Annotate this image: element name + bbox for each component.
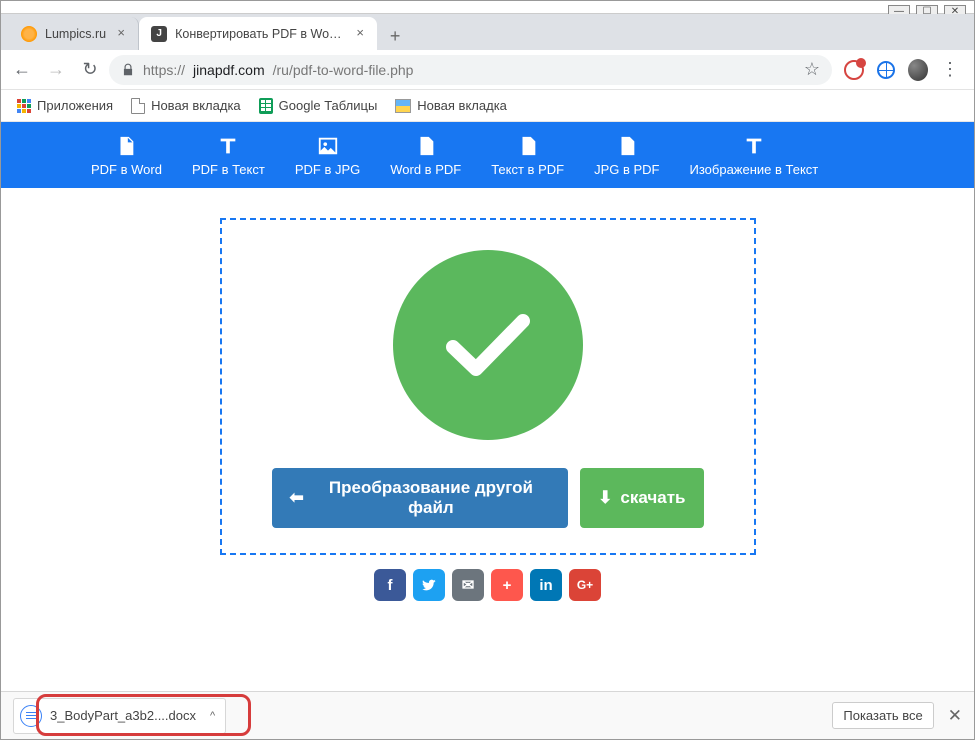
omnibox[interactable]: https:// jinapdf.com/ru/pdf-to-word-file.… [109,55,832,85]
tool-jpg-to-pdf[interactable]: JPG в PDF [594,134,659,177]
new-tab-button[interactable]: + [381,22,409,50]
tool-pdf-to-jpg[interactable]: PDF в JPG [295,134,360,177]
browser-menu-button[interactable]: ⋮ [940,60,960,80]
window-titlebar [1,1,974,14]
bookmark-label: Новая вкладка [417,98,507,113]
profile-avatar[interactable] [908,60,928,80]
bookmark-star-icon[interactable]: ☆ [804,59,820,80]
download-icon: ⬇ [598,488,612,508]
share-email[interactable]: ✉ [452,569,484,601]
forward-button[interactable]: → [41,55,71,85]
share-addthis[interactable]: + [491,569,523,601]
sheets-icon [259,98,273,114]
tab-strip: Lumpics.ru × J Конвертировать PDF в Word… [1,14,974,50]
doc-icon [615,134,639,158]
share-twitter[interactable] [413,569,445,601]
apps-button[interactable]: Приложения [17,98,113,113]
file-icon [20,705,42,727]
action-buttons: ⬅ Преобразование другой файл ⬇ скачать [272,468,704,528]
bookmarks-bar: Приложения Новая вкладка Google Таблицы … [1,90,974,122]
button-label: скачать [620,488,685,508]
download-button[interactable]: ⬇ скачать [580,468,703,528]
conversion-toolbar: PDF в Word PDF в Текст PDF в JPG Word в … [1,122,974,188]
show-all-downloads-button[interactable]: Показать все [832,702,933,729]
tab-lumpics[interactable]: Lumpics.ru × [9,17,139,50]
tab-close-icon[interactable]: × [353,27,367,41]
tool-image-to-text[interactable]: Изображение в Текст [690,134,819,177]
tool-label: JPG в PDF [594,162,659,177]
lock-icon [121,63,135,77]
doc-icon [414,134,438,158]
social-share-row: f ✉ + in G+ [374,569,601,601]
tool-label: PDF в Word [91,162,162,177]
apps-label: Приложения [37,98,113,113]
tool-label: Word в PDF [390,162,461,177]
share-facebook[interactable]: f [374,569,406,601]
tool-label: PDF в Текст [192,162,265,177]
doc-icon [114,134,138,158]
bookmark-label: Новая вкладка [151,98,241,113]
downloads-bar: 3_BodyPart_a3b2....docx ^ Показать все ✕ [1,691,974,739]
address-bar: ← → ↻ https:// jinapdf.com/ru/pdf-to-word… [1,50,974,90]
share-linkedin[interactable]: in [530,569,562,601]
tool-pdf-to-text[interactable]: PDF в Текст [192,134,265,177]
text-icon [742,134,766,158]
favicon-icon: J [151,26,167,42]
url-scheme: https:// [143,62,185,78]
tab-close-icon[interactable]: × [114,27,128,41]
image-icon [316,134,340,158]
chevron-up-icon[interactable]: ^ [210,710,215,722]
opera-ext-icon[interactable] [844,60,864,80]
bookmark-item[interactable]: Новая вкладка [395,98,507,113]
url-host: jinapdf.com [193,62,265,78]
main-content: ⬅ Преобразование другой файл ⬇ скачать f… [1,188,974,611]
reload-button[interactable]: ↻ [75,55,105,85]
tab-title: Конвертировать PDF в Word - F [175,27,345,41]
back-button[interactable]: ← [7,55,37,85]
doc-icon [516,134,540,158]
translate-ext-icon[interactable] [876,60,896,80]
bookmark-item[interactable]: Новая вкладка [131,98,241,114]
tab-jinapdf[interactable]: J Конвертировать PDF в Word - F × [139,17,377,50]
text-icon [216,134,240,158]
result-box: ⬅ Преобразование другой файл ⬇ скачать [220,218,756,555]
tool-label: PDF в JPG [295,162,360,177]
arrow-left-icon: ⬅ [290,488,304,508]
share-googleplus[interactable]: G+ [569,569,601,601]
extensions: ⋮ [836,60,968,80]
tool-text-to-pdf[interactable]: Текст в PDF [491,134,564,177]
apps-icon [17,99,31,113]
page-icon [131,98,145,114]
tab-title: Lumpics.ru [45,27,106,41]
bookmark-label: Google Таблицы [279,98,378,113]
tool-word-to-pdf[interactable]: Word в PDF [390,134,461,177]
favicon-icon [21,26,37,42]
tool-label: Текст в PDF [491,162,564,177]
button-label: Преобразование другой файл [312,478,550,518]
download-item[interactable]: 3_BodyPart_a3b2....docx ^ [13,698,226,734]
convert-another-button[interactable]: ⬅ Преобразование другой файл [272,468,569,528]
success-check-icon [393,250,583,440]
download-filename: 3_BodyPart_a3b2....docx [50,708,196,723]
tool-label: Изображение в Текст [690,162,819,177]
tool-pdf-to-word[interactable]: PDF в Word [91,134,162,177]
bookmark-item[interactable]: Google Таблицы [259,98,378,114]
close-downloads-bar-icon[interactable]: ✕ [948,706,962,726]
url-path: /ru/pdf-to-word-file.php [273,62,414,78]
picture-icon [395,99,411,113]
